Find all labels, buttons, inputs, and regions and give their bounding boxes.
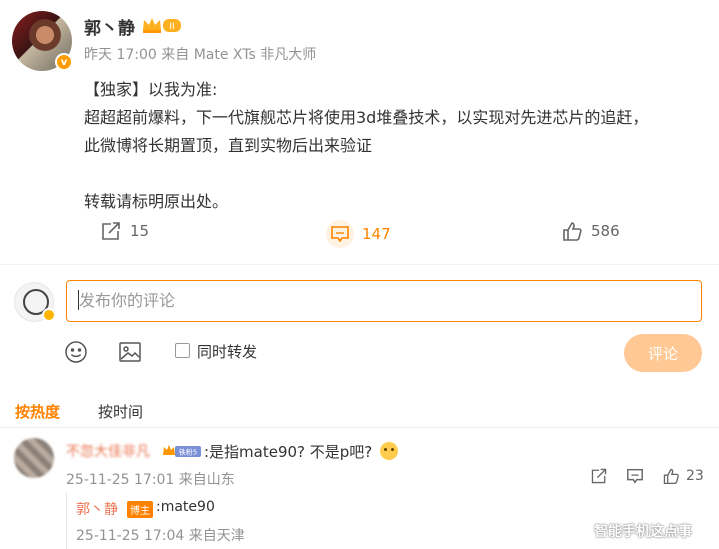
comment-meta: 25-11-25 17:01 来自山东 [66,472,235,488]
comment-repost-button[interactable] [590,467,608,485]
my-verified-icon [42,308,56,322]
comment-button[interactable]: 147 [326,220,391,248]
like-icon [563,222,582,241]
comment-text: :是指mate90? 不是p吧? [204,443,373,461]
like-icon [663,468,679,485]
watermark: 智能手机这点事 [594,524,692,540]
comment-input[interactable]: 发布你的评论 [66,280,702,322]
repost-button[interactable]: 15 [100,220,149,242]
content-line: 此微博将长期置顶，直到实物后出来验证 [84,136,373,155]
verified-badge-icon: v [55,53,73,71]
text-caret [78,290,79,310]
comment-icon [331,226,349,243]
repost-icon [102,222,120,240]
vip-crown-icon: II [143,18,181,33]
tab-sort-time[interactable]: 按时间 [98,401,143,422]
comment-like-count: 23 [686,468,704,484]
commenter-name[interactable]: 不忽大佳非凡 [66,441,150,461]
comment-icon-wrap [326,220,354,248]
reply-meta: 25-11-25 17:04 来自天津 [76,528,245,544]
reply-author[interactable]: 郭丶静 [76,499,118,519]
divider [0,264,719,265]
also-repost-checkbox[interactable] [175,343,190,358]
emoji-icon[interactable] [64,340,88,364]
repost-icon [591,468,607,484]
content-line: 【独家】以我为准: [84,80,218,99]
fan-badge-label: 铁粉5 [179,448,197,457]
comment-icon [627,468,643,484]
image-icon[interactable] [118,340,142,364]
submit-comment-button[interactable]: 评论 [624,334,702,372]
repost-count: 15 [130,222,150,240]
doge-emoji-icon [380,442,398,460]
reply-text: :mate90 [156,499,215,515]
like-count: 586 [591,222,620,240]
vip-level-label: II [169,22,174,32]
content-line: 超超超前爆料，下一代旗舰芯片将使用3d堆叠技术，以实现对先进芯片的追赶， [84,108,649,127]
commenter-avatar[interactable] [14,438,54,478]
fan-badge-icon: 铁粉5 [163,445,201,457]
content-line: 转载请标明原出处。 [84,192,229,211]
also-repost-label[interactable]: 同时转发 [197,341,257,362]
divider [0,427,719,428]
blogger-tag: 博主 [127,501,153,518]
like-button[interactable]: 586 [561,220,620,242]
tab-sort-hot[interactable]: 按热度 [15,401,60,422]
post-content: 【独家】以我为准: 超超超前爆料，下一代旗舰芯片将使用3d堆叠技术，以实现对先进… [84,76,694,216]
comment-reply-button[interactable] [626,467,644,485]
comment-count: 147 [362,225,391,243]
post-meta: 昨天 17:00 来自 Mate XTs 非凡大师 [84,47,317,63]
author-name[interactable]: 郭丶静 [84,14,135,39]
comment-like-button[interactable]: 23 [662,467,704,485]
